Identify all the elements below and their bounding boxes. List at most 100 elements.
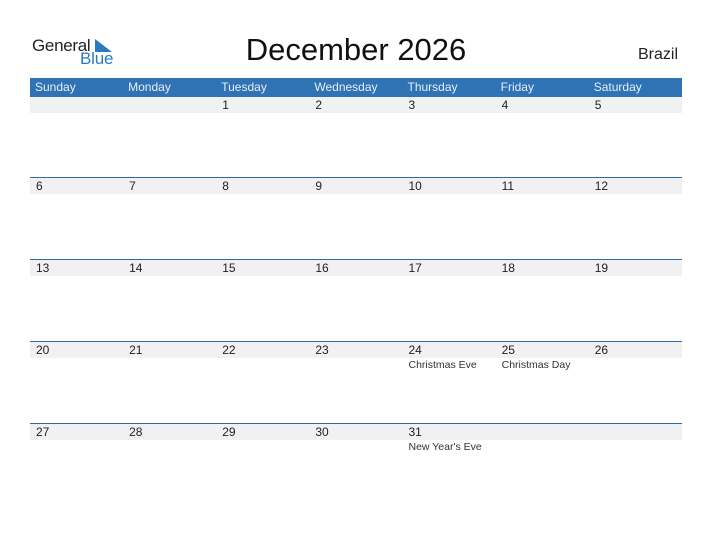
day-number — [502, 424, 589, 440]
weekday-thursday: Thursday — [407, 80, 458, 94]
day-number: 19 — [594, 261, 609, 275]
day-cell: 10 — [403, 178, 496, 194]
day-cell: 27 — [30, 424, 123, 440]
day-cell — [589, 424, 682, 440]
day-number — [595, 424, 682, 440]
holiday-label — [589, 440, 682, 454]
weekday-friday: Friday — [500, 80, 534, 94]
day-number: 31 — [408, 425, 422, 439]
holiday-label — [216, 440, 309, 454]
weekday-monday: Monday — [128, 80, 171, 94]
holiday-label — [589, 358, 682, 372]
holiday-label — [30, 358, 123, 372]
holiday-label — [309, 358, 402, 372]
day-cell: 22 — [216, 342, 309, 358]
date-strip: 1 2 3 4 5 — [30, 97, 682, 113]
day-number: 5 — [594, 98, 602, 112]
date-strip: 20 21 22 23 24 25 26 — [30, 342, 682, 358]
day-cell: 28 — [123, 424, 216, 440]
day-number: 15 — [222, 261, 236, 275]
holiday-label — [123, 358, 216, 372]
day-number: 1 — [222, 98, 229, 112]
day-number: 20 — [36, 343, 50, 357]
day-number: 13 — [36, 261, 50, 275]
day-cell: 17 — [403, 260, 496, 276]
day-cell — [30, 97, 123, 113]
holiday-label: Christmas Day — [501, 359, 571, 371]
day-number: 11 — [501, 179, 515, 193]
day-number: 9 — [315, 179, 323, 193]
day-cell: 9 — [309, 178, 402, 194]
day-cell: 3 — [403, 97, 496, 113]
day-cell: 20 — [30, 342, 123, 358]
day-number: 10 — [408, 179, 422, 193]
holiday-label — [496, 440, 589, 454]
country-label: Brazil — [637, 46, 678, 63]
day-number: 6 — [36, 179, 43, 193]
day-cell: 13 — [30, 260, 123, 276]
day-cell: 5 — [589, 97, 682, 113]
day-cell: 7 — [123, 178, 216, 194]
holiday-label: New Year's Eve — [408, 441, 482, 453]
day-number: 14 — [129, 261, 143, 275]
day-number: 21 — [129, 343, 143, 357]
weekday-tuesday: Tuesday — [221, 80, 267, 94]
day-number: 2 — [315, 98, 323, 112]
day-cell: 18 — [496, 260, 589, 276]
day-cell: 6 — [30, 178, 123, 194]
day-number: 7 — [129, 179, 136, 193]
day-cell: 31 — [403, 424, 496, 440]
events-row: New Year's Eve — [30, 440, 682, 454]
week-row: 13 14 15 16 17 18 19 — [30, 259, 682, 341]
weekday-sunday: Sunday — [35, 80, 76, 94]
day-cell: 29 — [216, 424, 309, 440]
day-cell: 25 — [496, 342, 589, 358]
holiday-label — [30, 440, 123, 454]
day-cell: 1 — [216, 97, 309, 113]
week-row: 1 2 3 4 5 — [30, 97, 682, 177]
day-cell: 4 — [496, 97, 589, 113]
weekday-wednesday: Wednesday — [314, 80, 378, 94]
day-cell: 21 — [123, 342, 216, 358]
day-cell: 11 — [496, 178, 589, 194]
date-strip: 13 14 15 16 17 18 19 — [30, 260, 682, 276]
day-cell: 30 — [309, 424, 402, 440]
day-number: 23 — [315, 343, 329, 357]
week-row: 20 21 22 23 24 25 26 Christmas Eve Christmas Day — [30, 341, 682, 423]
day-number — [36, 97, 123, 113]
weekday-saturday: Saturday — [593, 80, 642, 94]
day-number: 24 — [408, 343, 422, 357]
calendar-grid: Sunday Monday Tuesday Wednesday Thursday… — [30, 78, 682, 505]
calendar-title: December 2026 — [245, 32, 467, 67]
day-number: 3 — [408, 98, 416, 112]
holiday-label — [216, 358, 309, 372]
holiday-label: Christmas Eve — [408, 359, 477, 371]
day-cell: 15 — [216, 260, 309, 276]
events-row: Christmas Eve Christmas Day — [30, 358, 682, 372]
weekday-header: Sunday Monday Tuesday Wednesday Thursday… — [30, 78, 682, 97]
date-strip: 6 7 8 9 10 11 12 — [30, 178, 682, 194]
date-strip: 27 28 29 30 31 — [30, 424, 682, 440]
week-row: 27 28 29 30 31 New Year's Eve — [30, 423, 682, 505]
day-number: 30 — [315, 425, 329, 439]
day-number: 25 — [501, 343, 515, 357]
holiday-label — [309, 440, 402, 454]
day-number: 26 — [594, 343, 609, 357]
day-cell: 8 — [216, 178, 309, 194]
day-cell: 19 — [589, 260, 682, 276]
day-number — [129, 97, 216, 113]
day-number: 4 — [501, 98, 509, 112]
day-number: 28 — [129, 425, 143, 439]
day-cell: 24 — [403, 342, 496, 358]
day-number: 18 — [501, 261, 515, 275]
day-cell: 23 — [309, 342, 402, 358]
day-cell: 16 — [309, 260, 402, 276]
holiday-label — [123, 440, 216, 454]
day-number: 16 — [315, 261, 329, 275]
day-number: 8 — [222, 179, 229, 193]
day-cell: 12 — [589, 178, 682, 194]
day-number: 29 — [222, 425, 236, 439]
day-cell: 14 — [123, 260, 216, 276]
week-row: 6 7 8 9 10 11 12 — [30, 177, 682, 259]
day-cell: 2 — [309, 97, 402, 113]
